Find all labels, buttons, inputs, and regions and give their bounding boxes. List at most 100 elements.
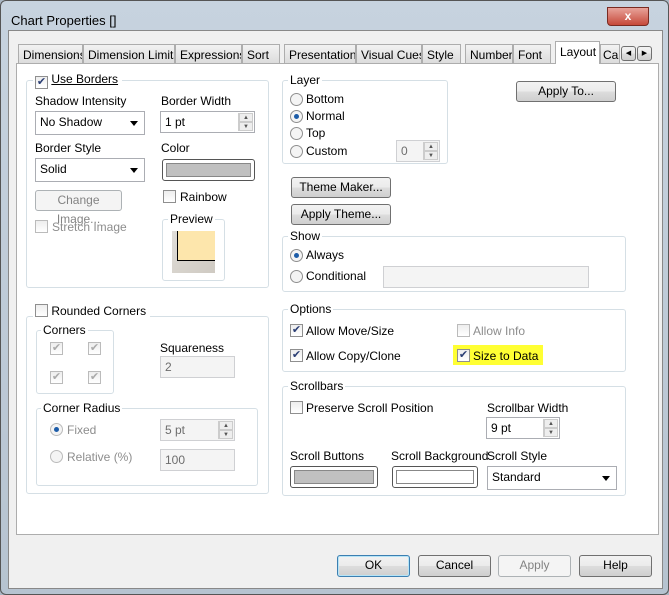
- border-preview: [172, 231, 215, 273]
- scroll-buttons-label: Scroll Buttons: [290, 449, 365, 463]
- tab-dimensions[interactable]: Dimensions: [18, 44, 83, 63]
- allow-move-size-checkbox[interactable]: ✔: [290, 324, 303, 337]
- border-style-label: Border Style: [35, 141, 102, 155]
- border-width-value: 1 pt: [165, 115, 186, 129]
- fixed-label: Fixed: [67, 423, 97, 437]
- allow-info-checkbox[interactable]: [457, 324, 470, 337]
- scroll-style-select[interactable]: Standard: [487, 466, 617, 490]
- show-always-label: Always: [306, 248, 345, 262]
- tab-caption[interactable]: Cap: [600, 44, 620, 63]
- stretch-image-checkbox[interactable]: [35, 220, 48, 233]
- layer-top-label: Top: [306, 126, 326, 140]
- rounded-corners-checkbox[interactable]: [35, 304, 48, 317]
- show-label: Show: [288, 229, 323, 243]
- relative-radius-input[interactable]: 100: [160, 449, 235, 471]
- preview-label: Preview: [168, 212, 215, 226]
- border-width-label: Border Width: [161, 94, 232, 108]
- border-color-button[interactable]: [162, 159, 255, 181]
- chevron-down-icon: [130, 121, 138, 130]
- layer-normal-radio[interactable]: [290, 110, 303, 123]
- layer-custom-radio[interactable]: [290, 145, 303, 158]
- rainbow-label: Rainbow: [180, 190, 227, 204]
- corner-radius-label: Corner Radius: [41, 401, 123, 415]
- close-button[interactable]: x: [607, 7, 649, 26]
- tab-dimension-limits[interactable]: Dimension Limits: [83, 44, 175, 63]
- scroll-style-label: Scroll Style: [487, 449, 548, 463]
- rainbow-checkbox[interactable]: [163, 190, 176, 203]
- scrollbar-width-label: Scrollbar Width: [487, 401, 569, 415]
- cancel-button[interactable]: Cancel: [418, 555, 491, 577]
- tab-scroll-right-button[interactable]: ▶: [637, 46, 652, 61]
- corners-group: [36, 330, 114, 394]
- fixed-radius-input[interactable]: 5 pt ▲ ▼: [160, 419, 235, 441]
- corner-top-left-checkbox[interactable]: ✔: [50, 342, 63, 355]
- ok-button[interactable]: OK: [337, 555, 410, 577]
- color-swatch: [166, 163, 251, 177]
- scroll-style-value: Standard: [492, 470, 541, 484]
- shadow-intensity-label: Shadow Intensity: [35, 94, 127, 108]
- allow-copy-clone-label: Allow Copy/Clone: [306, 349, 401, 363]
- tab-style[interactable]: Style: [422, 44, 461, 63]
- use-borders-label: Use Borders: [51, 72, 119, 86]
- border-width-input[interactable]: 1 pt ▲ ▼: [160, 111, 255, 133]
- size-to-data-label: Size to Data: [473, 349, 539, 363]
- layer-custom-value: 0: [401, 144, 408, 158]
- tab-visual-cues[interactable]: Visual Cues: [356, 44, 422, 63]
- tab-expressions[interactable]: Expressions: [175, 44, 242, 63]
- chevron-down-icon: [602, 476, 610, 485]
- preserve-scroll-checkbox[interactable]: [290, 401, 303, 414]
- apply-to-button[interactable]: Apply To...: [516, 81, 616, 102]
- layer-bottom-radio[interactable]: [290, 93, 303, 106]
- fixed-radius-spinner[interactable]: ▲ ▼: [218, 421, 233, 439]
- scrollbar-width-input[interactable]: 9 pt ▲ ▼: [486, 417, 560, 439]
- apply-button[interactable]: Apply: [498, 555, 571, 577]
- preserve-scroll-label: Preserve Scroll Position: [306, 401, 434, 415]
- relative-label: Relative (%): [67, 450, 133, 464]
- show-conditional-radio[interactable]: [290, 270, 303, 283]
- corner-bottom-right-checkbox[interactable]: ✔: [88, 371, 101, 384]
- scrollbar-width-spinner[interactable]: ▲ ▼: [543, 419, 558, 437]
- border-style-value: Solid: [40, 162, 67, 176]
- tab-number[interactable]: Number: [465, 44, 513, 63]
- corners-label: Corners: [41, 323, 88, 337]
- tab-presentation[interactable]: Presentation: [284, 44, 356, 63]
- scroll-buttons-color[interactable]: [290, 466, 378, 488]
- layer-custom-spinner[interactable]: ▲ ▼: [423, 142, 438, 160]
- scrollbar-width-value: 9 pt: [491, 421, 512, 435]
- border-width-spinner[interactable]: ▲ ▼: [238, 113, 253, 131]
- size-to-data-checkbox[interactable]: ✔: [457, 349, 470, 362]
- scrollbars-label: Scrollbars: [288, 379, 346, 393]
- fixed-radius-value: 5 pt: [165, 423, 186, 437]
- change-image-button[interactable]: Change Image...: [35, 190, 122, 226]
- allow-copy-clone-checkbox[interactable]: ✔: [290, 349, 303, 362]
- shadow-intensity-select[interactable]: No Shadow: [35, 111, 145, 135]
- show-always-radio[interactable]: [290, 249, 303, 262]
- border-style-select[interactable]: Solid: [35, 158, 145, 182]
- layer-top-radio[interactable]: [290, 127, 303, 140]
- theme-maker-button[interactable]: Theme Maker...: [291, 177, 391, 198]
- scroll-background-color[interactable]: [392, 466, 478, 488]
- stretch-image-label: Stretch Image: [52, 220, 127, 234]
- corner-bottom-left-checkbox[interactable]: ✔: [50, 371, 63, 384]
- chevron-down-icon: [130, 168, 138, 177]
- use-borders-checkbox[interactable]: ✔: [35, 76, 48, 89]
- relative-radio[interactable]: [50, 450, 63, 463]
- squareness-input[interactable]: 2: [160, 356, 235, 378]
- apply-theme-button[interactable]: Apply Theme...: [291, 204, 391, 225]
- help-button[interactable]: Help: [579, 555, 652, 577]
- rounded-corners-option[interactable]: Rounded Corners: [33, 302, 151, 318]
- shadow-intensity-value: No Shadow: [40, 115, 103, 129]
- use-borders-option[interactable]: ✔ Use Borders: [33, 72, 123, 89]
- layer-custom-input[interactable]: 0 ▲ ▼: [396, 140, 440, 162]
- tab-scroll-left-button[interactable]: ◀: [621, 46, 636, 61]
- allow-move-size-label: Allow Move/Size: [306, 324, 395, 338]
- tab-font[interactable]: Font: [513, 44, 551, 63]
- tab-layout[interactable]: Layout: [555, 41, 600, 64]
- layer-custom-label: Custom: [306, 144, 348, 158]
- fixed-radio[interactable]: [50, 423, 63, 436]
- tab-sort[interactable]: Sort: [242, 44, 280, 63]
- window-title: Chart Properties []: [11, 13, 117, 28]
- show-condition-input[interactable]: [383, 266, 589, 288]
- scroll-background-label: Scroll Background: [391, 449, 489, 463]
- corner-top-right-checkbox[interactable]: ✔: [88, 342, 101, 355]
